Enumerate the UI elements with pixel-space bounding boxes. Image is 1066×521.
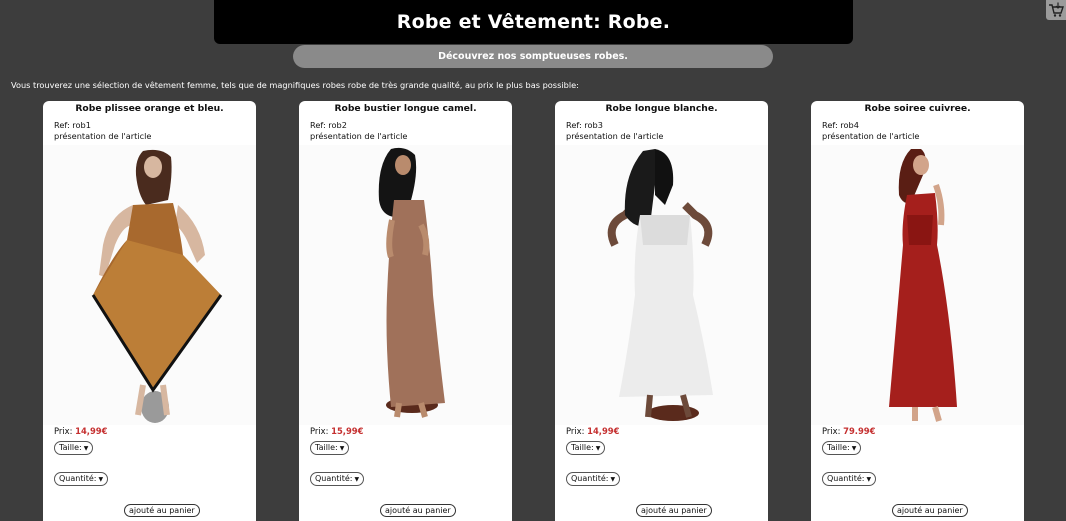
product-presentation: présentation de l'article bbox=[54, 131, 152, 141]
quantity-select[interactable]: Quantité: ▼ bbox=[310, 472, 365, 486]
product-price: Prix: 15,99€ bbox=[310, 426, 363, 436]
price-label: Prix: bbox=[566, 426, 585, 436]
product-image[interactable] bbox=[811, 145, 1024, 425]
price-label: Prix: bbox=[54, 426, 73, 436]
product-title: Robe plissee orange et bleu. bbox=[75, 103, 224, 114]
cart-icon bbox=[1049, 2, 1064, 17]
product-card: Robe soiree cuivree. Ref: rob4 présentat… bbox=[811, 101, 1024, 521]
intro-text: Vous trouverez une sélection de vêtement… bbox=[11, 80, 579, 90]
product-card: Robe plissee orange et bleu. Ref: rob1 p… bbox=[43, 101, 256, 521]
product-ref: Ref: rob3 bbox=[566, 120, 603, 130]
size-select[interactable]: Taille: ▼ bbox=[310, 441, 350, 455]
chevron-down-icon: ▼ bbox=[610, 476, 616, 483]
price-value: 14,99€ bbox=[75, 426, 108, 436]
product-ref: Ref: rob1 bbox=[54, 120, 91, 130]
product-card: Robe longue blanche. Ref: rob3 présentat… bbox=[555, 101, 768, 521]
quantity-select[interactable]: Quantité: ▼ bbox=[54, 472, 109, 486]
page-title: Robe et Vêtement: Robe. bbox=[396, 11, 671, 33]
product-image[interactable] bbox=[299, 145, 512, 425]
size-select-label: Taille: bbox=[315, 443, 338, 452]
size-select[interactable]: Taille: ▼ bbox=[566, 441, 606, 455]
quantity-select-label: Quantité: bbox=[571, 474, 609, 483]
size-select-label: Taille: bbox=[571, 443, 594, 452]
price-label: Prix: bbox=[310, 426, 329, 436]
chevron-down-icon: ▼ bbox=[851, 445, 857, 452]
quantity-select-label: Quantité: bbox=[59, 474, 97, 483]
add-to-cart-button[interactable]: ajouté au panier bbox=[380, 504, 456, 517]
subtitle-banner: Découvrez nos somptueuses robes. bbox=[293, 45, 773, 68]
price-label: Prix: bbox=[822, 426, 841, 436]
size-select-label: Taille: bbox=[59, 443, 82, 452]
product-price: Prix: 14,99€ bbox=[566, 426, 619, 436]
page-header: Robe et Vêtement: Robe. bbox=[214, 0, 853, 44]
price-value: 14,99€ bbox=[587, 426, 620, 436]
size-select-label: Taille: bbox=[827, 443, 850, 452]
chevron-down-icon: ▼ bbox=[354, 476, 360, 483]
product-title: Robe bustier longue camel. bbox=[334, 103, 477, 114]
quantity-select-label: Quantité: bbox=[827, 474, 865, 483]
product-presentation: présentation de l'article bbox=[566, 131, 664, 141]
size-select[interactable]: Taille: ▼ bbox=[822, 441, 862, 455]
price-value: 79.99€ bbox=[843, 426, 876, 436]
product-presentation: présentation de l'article bbox=[310, 131, 408, 141]
product-ref: Ref: rob2 bbox=[310, 120, 347, 130]
quantity-select[interactable]: Quantité: ▼ bbox=[566, 472, 621, 486]
chevron-down-icon: ▼ bbox=[339, 445, 345, 452]
quantity-select-label: Quantité: bbox=[315, 474, 353, 483]
add-to-cart-button[interactable]: ajouté au panier bbox=[636, 504, 712, 517]
product-presentation: présentation de l'article bbox=[822, 131, 920, 141]
product-ref: Ref: rob4 bbox=[822, 120, 859, 130]
cart-button[interactable] bbox=[1046, 0, 1066, 20]
size-select[interactable]: Taille: ▼ bbox=[54, 441, 94, 455]
product-image[interactable] bbox=[43, 145, 256, 425]
product-price: Prix: 14,99€ bbox=[54, 426, 107, 436]
price-value: 15,99€ bbox=[331, 426, 364, 436]
quantity-select[interactable]: Quantité: ▼ bbox=[822, 472, 877, 486]
chevron-down-icon: ▼ bbox=[83, 445, 89, 452]
add-to-cart-button[interactable]: ajouté au panier bbox=[124, 504, 200, 517]
product-title: Robe longue blanche. bbox=[605, 103, 718, 114]
product-title: Robe soiree cuivree. bbox=[864, 103, 971, 114]
product-price: Prix: 79.99€ bbox=[822, 426, 875, 436]
product-image[interactable] bbox=[555, 145, 768, 425]
product-card: Robe bustier longue camel. Ref: rob2 pré… bbox=[299, 101, 512, 521]
add-to-cart-button[interactable]: ajouté au panier bbox=[892, 504, 968, 517]
chevron-down-icon: ▼ bbox=[866, 476, 872, 483]
chevron-down-icon: ▼ bbox=[595, 445, 601, 452]
chevron-down-icon: ▼ bbox=[98, 476, 104, 483]
